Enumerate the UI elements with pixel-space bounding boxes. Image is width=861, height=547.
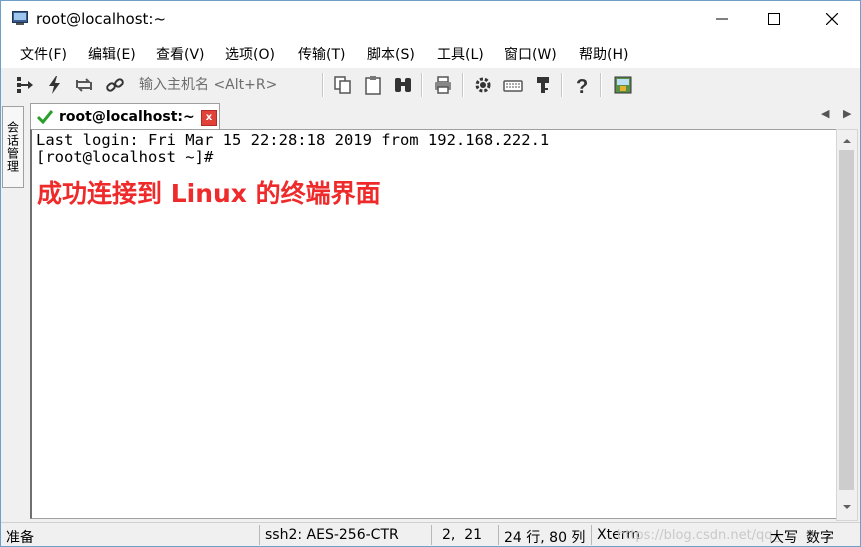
copy-icon[interactable] — [332, 74, 354, 96]
status-cipher: ssh2: AES-256-CTR — [265, 527, 399, 543]
scroll-down-icon[interactable] — [837, 498, 857, 516]
toolbar-separator — [322, 73, 324, 97]
status-separator — [259, 525, 260, 545]
status-num: 数字 — [806, 530, 834, 546]
scroll-up-icon[interactable] — [837, 132, 857, 150]
tab-scroll-left-icon[interactable]: ◀ — [821, 107, 829, 120]
terminal-scrollbar[interactable] — [836, 129, 858, 521]
tab-label: root@localhost:~ — [59, 109, 195, 125]
status-separator — [591, 525, 592, 545]
maximize-button[interactable] — [751, 1, 797, 37]
find-icon[interactable] — [392, 74, 414, 96]
status-ready: 准备 — [6, 530, 34, 546]
link-icon[interactable] — [104, 74, 126, 96]
terminal-line: Last login: Fri Mar 15 22:28:18 2019 fro… — [36, 131, 550, 149]
toolbar-separator — [561, 73, 563, 97]
help-icon[interactable]: ? — [571, 74, 593, 98]
key-icon[interactable] — [532, 74, 554, 96]
terminal-line: [root@localhost ~]# — [36, 148, 214, 166]
tab-scroll-right-icon[interactable]: ▶ — [843, 107, 851, 120]
gear-icon[interactable] — [472, 74, 494, 96]
print-icon[interactable] — [432, 74, 454, 96]
annotation-caption: 成功连接到 Linux 的终端界面 — [37, 179, 381, 208]
toolbar-separator — [600, 73, 602, 97]
host-input[interactable] — [135, 75, 323, 95]
menu-options[interactable]: 选项(O) — [225, 44, 275, 64]
status-separator — [431, 525, 432, 545]
close-icon — [826, 13, 838, 25]
session-manager-tab[interactable]: 会话管理 — [2, 106, 24, 188]
status-cursor: 2, 21 — [442, 527, 483, 543]
menu-window[interactable]: 窗口(W) — [504, 44, 557, 64]
app-terminal-icon — [12, 11, 28, 26]
window-title: root@localhost:~ — [36, 10, 167, 28]
keyboard-icon[interactable] — [502, 74, 524, 96]
menu-tools[interactable]: 工具(L) — [437, 44, 484, 64]
status-caps: 大写 — [770, 530, 798, 546]
scroll-thumb[interactable] — [839, 150, 854, 490]
tab-close-button[interactable]: x — [201, 110, 217, 126]
securecrt-window: root@localhost:~ 文件(F) 编辑(E) 查看(V) 选项(O)… — [0, 0, 861, 547]
tab-session[interactable]: root@localhost:~ x — [30, 103, 220, 130]
status-bar: 准备 ssh2: AES-256-CTR 2, 21 24 行, 80 列 Xt… — [1, 522, 860, 546]
connect-tree-icon[interactable] — [14, 74, 36, 96]
status-size: 24 行, 80 列 — [504, 530, 586, 546]
script-icon[interactable] — [612, 74, 634, 96]
toolbar: ? — [1, 67, 860, 101]
toolbar-separator — [421, 73, 423, 97]
close-button[interactable] — [809, 1, 855, 37]
menu-transfer[interactable]: 传输(T) — [298, 44, 345, 64]
minimize-icon — [716, 18, 728, 20]
menu-help[interactable]: 帮助(H) — [579, 44, 628, 64]
menu-view[interactable]: 查看(V) — [156, 44, 205, 64]
terminal-area[interactable]: Last login: Fri Mar 15 22:28:18 2019 fro… — [30, 129, 838, 519]
svg-text:?: ? — [576, 76, 588, 96]
minimize-button[interactable] — [699, 1, 745, 37]
session-manager-panel: 会话管理 — [1, 101, 24, 519]
menu-file[interactable]: 文件(F) — [20, 44, 67, 64]
menu-edit[interactable]: 编辑(E) — [88, 44, 136, 64]
watermark: https://blog.csdn.net/qq_ — [617, 528, 780, 543]
menu-bar: 文件(F) 编辑(E) 查看(V) 选项(O) 传输(T) 脚本(S) 工具(L… — [1, 37, 860, 67]
menu-script[interactable]: 脚本(S) — [367, 44, 415, 64]
status-separator — [498, 525, 499, 545]
title-bar[interactable]: root@localhost:~ — [1, 1, 860, 37]
toolbar-separator — [462, 73, 464, 97]
paste-icon[interactable] — [362, 74, 384, 96]
tab-strip: root@localhost:~ x ◀ ▶ — [28, 101, 860, 130]
reconnect-icon[interactable] — [73, 74, 95, 96]
connected-check-icon — [36, 109, 54, 128]
lightning-icon[interactable] — [44, 74, 66, 96]
maximize-icon — [768, 13, 780, 25]
